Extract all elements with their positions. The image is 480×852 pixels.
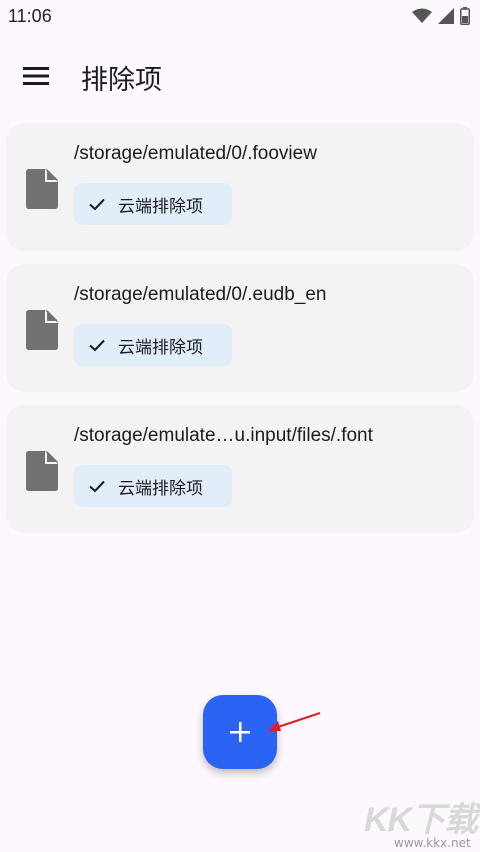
cloud-exclusion-chip: 云端排除项: [74, 465, 232, 507]
status-icons: [412, 6, 470, 26]
chip-label: 云端排除项: [118, 478, 203, 499]
file-icon: [26, 169, 58, 209]
top-app-bar: 排除项: [0, 44, 480, 108]
battery-icon: [460, 7, 470, 25]
exclusion-item[interactable]: /storage/emulated/0/.fooview 云端排除项: [6, 123, 474, 251]
watermark: KK下载 www.kkx.net: [364, 790, 480, 852]
red-arrow-icon: [268, 712, 321, 731]
exclusion-path: /storage/emulate…u.input/files/.font: [74, 425, 373, 446]
status-time: 11:06: [8, 6, 52, 26]
exclusion-item[interactable]: /storage/emulated/0/.eudb_en 云端排除项: [6, 264, 474, 392]
chip-label: 云端排除项: [118, 337, 203, 358]
file-icon: [26, 451, 58, 491]
check-icon: [89, 339, 105, 352]
watermark-brand: KK下载: [364, 801, 478, 839]
hamburger-menu-icon: [23, 67, 49, 85]
file-icon: [26, 310, 58, 350]
exclusion-path: /storage/emulated/0/.eudb_en: [74, 284, 327, 305]
plus-icon: [230, 722, 250, 742]
exclusion-path: /storage/emulated/0/.fooview: [74, 143, 317, 164]
watermark-url: www.kkx.net: [394, 836, 471, 850]
menu-button[interactable]: [14, 56, 58, 96]
exclusions-screen: 11:06 排除项 /storage/emulated/0/.fooview 云…: [0, 0, 480, 852]
cellular-signal-icon: [438, 8, 454, 24]
page-title: 排除项: [81, 65, 162, 96]
check-icon: [89, 480, 105, 493]
chip-label: 云端排除项: [118, 196, 203, 217]
check-icon: [89, 198, 105, 211]
exclusion-list: /storage/emulated/0/.fooview 云端排除项 /stor…: [6, 123, 474, 546]
exclusion-item[interactable]: /storage/emulate…u.input/files/.font 云端排…: [6, 405, 474, 533]
cloud-exclusion-chip: 云端排除项: [74, 324, 232, 366]
cloud-exclusion-chip: 云端排除项: [74, 183, 232, 225]
status-bar: 11:06: [0, 0, 480, 34]
wifi-icon: [412, 8, 432, 23]
